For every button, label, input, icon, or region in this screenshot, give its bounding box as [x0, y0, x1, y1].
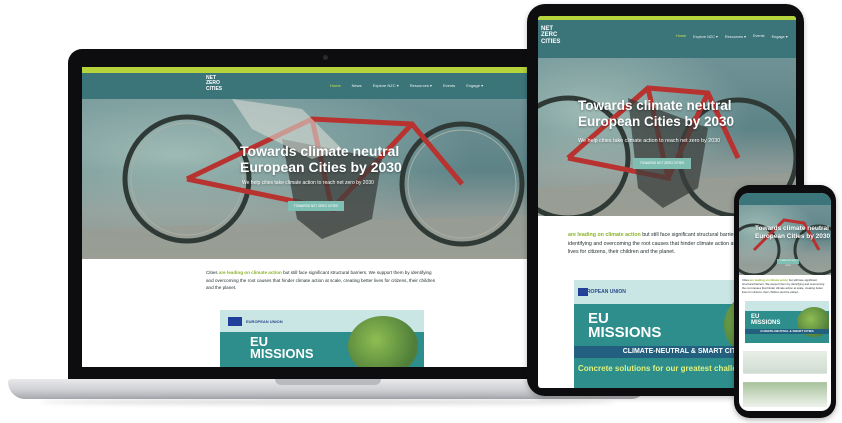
tablet-nav-menu: Home Explore NZC ▾ Resources ▾ Events En… — [676, 34, 788, 39]
tablet-hero-subtitle: We help cities take climate action to re… — [578, 138, 721, 144]
tablet-hero-button[interactable]: TOWARDS NET ZERO CITIES — [633, 158, 691, 169]
nav-home[interactable]: Home — [330, 83, 341, 88]
tablet-logo[interactable]: NET ZERC CITIES — [541, 26, 560, 45]
eu-missions-banner[interactable]: EUROPEAN UNION EU MISSIONS — [220, 310, 424, 367]
hero-section: Towards climate neutral European Cities … — [82, 99, 558, 259]
phone-navigation — [739, 193, 831, 205]
phone-intro-text: Cities are leading on climate action but… — [742, 278, 825, 294]
phone-hero-title: Towards climate neutral European Cities … — [755, 225, 831, 240]
nav-engage[interactable]: Engage ▾ — [466, 83, 483, 88]
phone-content-blocks — [743, 351, 827, 407]
intro-text: Cities are leading on climate action but… — [206, 270, 436, 290]
nav-menu: Home News Explore NZC ▾ Resources ▾ Even… — [330, 83, 483, 88]
phone-screen: Towards climate neutral European Cities … — [739, 193, 831, 411]
tablet-hero-title: Towards climate neutral European Cities … — [578, 98, 735, 129]
main-navigation: NET ZERO CITIES Home News Explore NZC ▾ … — [82, 73, 558, 99]
phone-eu-missions-banner[interactable]: EU MISSIONS CLIMATE-NEUTRAL & SMART CITI… — [745, 301, 829, 343]
tablet-banner-tagline: Concrete solutions for our greatest chal… — [578, 364, 756, 373]
nav-resources[interactable]: Resources ▾ — [410, 83, 432, 88]
nav-events[interactable]: Events — [443, 83, 455, 88]
nav-explore[interactable]: Explore NZC ▾ — [373, 83, 399, 88]
bicycle-photo — [82, 99, 558, 259]
phone-hero: Towards climate neutral European Cities … — [739, 205, 831, 275]
laptop-feet-shadow — [40, 399, 615, 405]
hero-subtitle: We help cities take climate action to re… — [242, 180, 374, 186]
phone-hero-button[interactable]: TOWARDS NET ZERO CITIES — [777, 259, 799, 267]
site-logo[interactable]: NET ZERO CITIES — [206, 75, 222, 92]
banner-eu-label: EUROPEAN UNION — [246, 319, 283, 324]
banner-missions: EU MISSIONS — [250, 334, 314, 361]
eu-flag-icon — [228, 317, 242, 326]
hero-title: Towards climate neutral European Cities … — [240, 143, 402, 175]
hero-cta-button[interactable]: TOWARDS NET ZERO CITIES — [288, 201, 344, 211]
laptop-camera — [323, 55, 328, 60]
laptop-screen: NET ZERO CITIES Home News Explore NZC ▾ … — [82, 67, 558, 367]
laptop-notch — [275, 379, 381, 385]
nav-news[interactable]: News — [352, 83, 362, 88]
tablet-navigation: NET ZERC CITIES Home Explore NZC ▾ Resou… — [538, 20, 796, 58]
